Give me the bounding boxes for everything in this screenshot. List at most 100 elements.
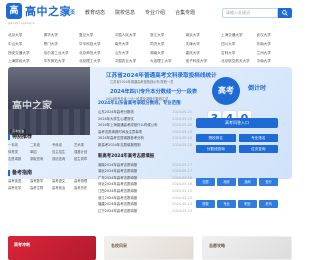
news-item[interactable]: 辽宁2024年高考志愿填报 2024-05-14 [98, 208, 192, 215]
recommend-link[interactable]: 招生简章 [74, 157, 94, 162]
tool-assessment[interactable]: 测评 [217, 178, 236, 186]
news-item[interactable]: 新高考2024年志愿填报规则 2024-05-18 [98, 142, 192, 149]
university-link[interactable]: 浙江大学 [150, 33, 186, 39]
guide-link[interactable]: 高考语文 [52, 179, 72, 184]
news-item[interactable]: 浙江2024年高考志愿填报 2024-05-15 [98, 195, 192, 202]
news-item[interactable]: 山东2024年高考分数线 2024-05-21 [98, 109, 192, 116]
recommend-link[interactable]: 成绩查询 [52, 157, 72, 162]
tool-volunteer[interactable]: 志愿 [196, 178, 215, 186]
news-section-title[interactable]: 新高考2024年高考志愿填报 [98, 153, 192, 159]
university-link[interactable]: 兰州大学 [257, 51, 293, 57]
university-link[interactable]: 天津大学 [186, 42, 222, 48]
university-link[interactable]: 复旦大学 [79, 33, 115, 39]
headline-2[interactable]: 2024年四川专升本分数线一分一段表 [110, 88, 197, 95]
university-link[interactable]: 厦门大学 [44, 42, 80, 48]
nav-home[interactable]: 首页 [62, 9, 78, 16]
university-link[interactable]: 上海交通大学 [221, 33, 257, 39]
tool-majors[interactable]: 专业 [217, 200, 236, 208]
recommend-link[interactable]: 录取查询 [30, 157, 50, 162]
university-link[interactable]: 电子科技大学 [186, 59, 222, 65]
guide-link[interactable]: 高考政治 [52, 186, 72, 191]
tool-subject-choice[interactable]: 选科 [238, 178, 257, 186]
news-item[interactable]: 福建2024年高考志愿填报 2024-05-14 [98, 201, 192, 208]
recommend-link[interactable]: 体育类 [8, 150, 28, 155]
tool-careers[interactable]: 职业 [238, 200, 257, 208]
guide-link[interactable]: 高考英语 [8, 179, 28, 184]
guide-link[interactable]: 高考数学 [30, 179, 50, 184]
university-link[interactable]: 西安交通大学 [8, 51, 44, 57]
university-link[interactable]: 南开大学 [115, 42, 151, 48]
university-link[interactable]: 北京航空航天大学 [221, 59, 257, 65]
news-title[interactable]: 福建2024年高考志愿填报 [98, 201, 137, 208]
headline-1[interactable]: 江苏省2024年普通高考文科录取投档线统计 [106, 71, 217, 79]
tool-colleges[interactable]: 院校 [196, 200, 215, 208]
university-link[interactable]: 哈尔滨工业大学 [44, 51, 80, 57]
university-link[interactable]: 中国人民大学 [115, 33, 151, 39]
nav-edu-news[interactable]: 教育动态 [82, 9, 108, 16]
university-link[interactable]: 南京大学 [186, 33, 222, 39]
news-item[interactable]: 河北2024年高考志愿填报 2024-05-16 [98, 181, 192, 188]
news-item[interactable]: 2024年上海普通高考成绩什么时候公布 2024-05-20 [98, 122, 192, 129]
feature-card[interactable]: 志愿攻略 [202, 236, 292, 260]
university-link[interactable]: 北京师范大学 [79, 51, 115, 57]
search-input[interactable]: 请输入关键词 [222, 8, 278, 18]
nav-majors[interactable]: 专业介绍 [142, 9, 168, 16]
recommend-link[interactable]: 志愿填报 [8, 157, 28, 162]
news-item[interactable]: 高考志愿填报时间及注意事项 2024-05-19 [98, 129, 192, 136]
university-link[interactable]: 华东师范大学 [44, 59, 80, 65]
tool-news[interactable]: 资讯 [259, 200, 278, 208]
news-title[interactable]: 浙江2024年高考志愿填报 [98, 195, 137, 202]
news-title[interactable]: 辽宁2024年高考志愿填报 [98, 208, 137, 215]
news-title[interactable]: 江西2024年高考志愿填报 [98, 188, 137, 195]
guide-link[interactable]: 高考生物 [30, 186, 50, 191]
university-link[interactable]: 吉林大学 [221, 51, 257, 57]
news-title[interactable]: 山东2024年高考分数线 [98, 109, 134, 116]
university-link[interactable]: 山东大学 [115, 51, 151, 57]
news-title[interactable]: 2024年上海普通高考成绩什么时候公布 [98, 122, 158, 129]
news-title[interactable]: 湖北2024年高考志愿填报 [98, 168, 137, 175]
guide-link[interactable]: 高考物理 [74, 179, 94, 184]
news-heading[interactable]: 2024年山东省高考录取分数线，专业范围 [98, 100, 192, 106]
guide-link[interactable]: 高考历史 [74, 186, 94, 191]
news-title[interactable]: 湖南2024年高考志愿填报 [98, 162, 137, 169]
recommend-link[interactable]: 二本线 [30, 143, 50, 148]
search-button[interactable] [278, 8, 292, 18]
news-title[interactable]: 2024年高考志愿填报参考分析 [98, 135, 144, 142]
news-item[interactable]: 湖南2024年高考志愿填报 2024-05-17 [98, 162, 192, 169]
news-item[interactable]: 广东2024年高考志愿填报 2024-05-16 [98, 175, 192, 182]
university-link[interactable]: 北京大学 [8, 33, 44, 39]
news-item[interactable]: 湖北2024年高考志愿填报 2024-05-17 [98, 168, 192, 175]
university-link[interactable]: 中国农业大学 [115, 59, 151, 65]
university-link[interactable]: 同济大学 [150, 42, 186, 48]
university-link[interactable]: 上海财经大学 [8, 59, 44, 65]
news-item[interactable]: 2024年高考志愿填报参考分析 2024-05-19 [98, 135, 192, 142]
side-link-college-rank[interactable]: 院校排名 [196, 134, 236, 142]
news-item[interactable]: 江西2024年高考志愿填报 2024-05-15 [98, 188, 192, 195]
recommend-link[interactable]: 强基计划 [74, 150, 94, 155]
university-link[interactable]: 湖南大学 [150, 51, 186, 57]
news-title[interactable]: 河北2024年高考志愿填报 [98, 181, 137, 188]
university-link[interactable]: 清华大学 [44, 33, 80, 39]
banner-photo[interactable]: 高中之家 高考加油 [8, 67, 90, 135]
nav-colleges[interactable]: 院校信息 [112, 9, 138, 16]
nav-topics[interactable]: 合集专题 [172, 9, 198, 16]
side-link-major-rank[interactable]: 专业排名 [238, 134, 278, 142]
recommend-link[interactable]: 自主招生 [52, 150, 72, 155]
university-link[interactable]: 中南大学 [257, 59, 293, 65]
qa-entry-button[interactable]: 高考问答入口 [196, 118, 278, 128]
university-link[interactable]: 中山大学 [8, 42, 44, 48]
recommend-link[interactable]: 专科线 [52, 143, 72, 148]
news-item[interactable]: 2024年大学生心理测试 2024-05-20 [98, 116, 192, 123]
side-link-score-query[interactable]: 分数线查询 [196, 145, 236, 153]
side-link-rank-query[interactable]: 位次查询 [238, 145, 278, 153]
university-link[interactable]: 华中科技大学 [79, 42, 115, 48]
feature-card[interactable]: 名校风采 [104, 236, 194, 260]
guide-link[interactable]: 高考化学 [8, 186, 28, 191]
university-link[interactable]: 四川大学 [221, 42, 257, 48]
university-link[interactable]: 东南大学 [257, 42, 293, 48]
news-title[interactable]: 高考志愿填报时间及注意事项 [98, 129, 142, 136]
recommend-link[interactable]: 单招 [30, 150, 50, 155]
university-link[interactable]: 大连理工大学 [150, 59, 186, 65]
recommend-link[interactable]: 艺术类 [74, 143, 94, 148]
news-title[interactable]: 2024年大学生心理测试 [98, 116, 134, 123]
